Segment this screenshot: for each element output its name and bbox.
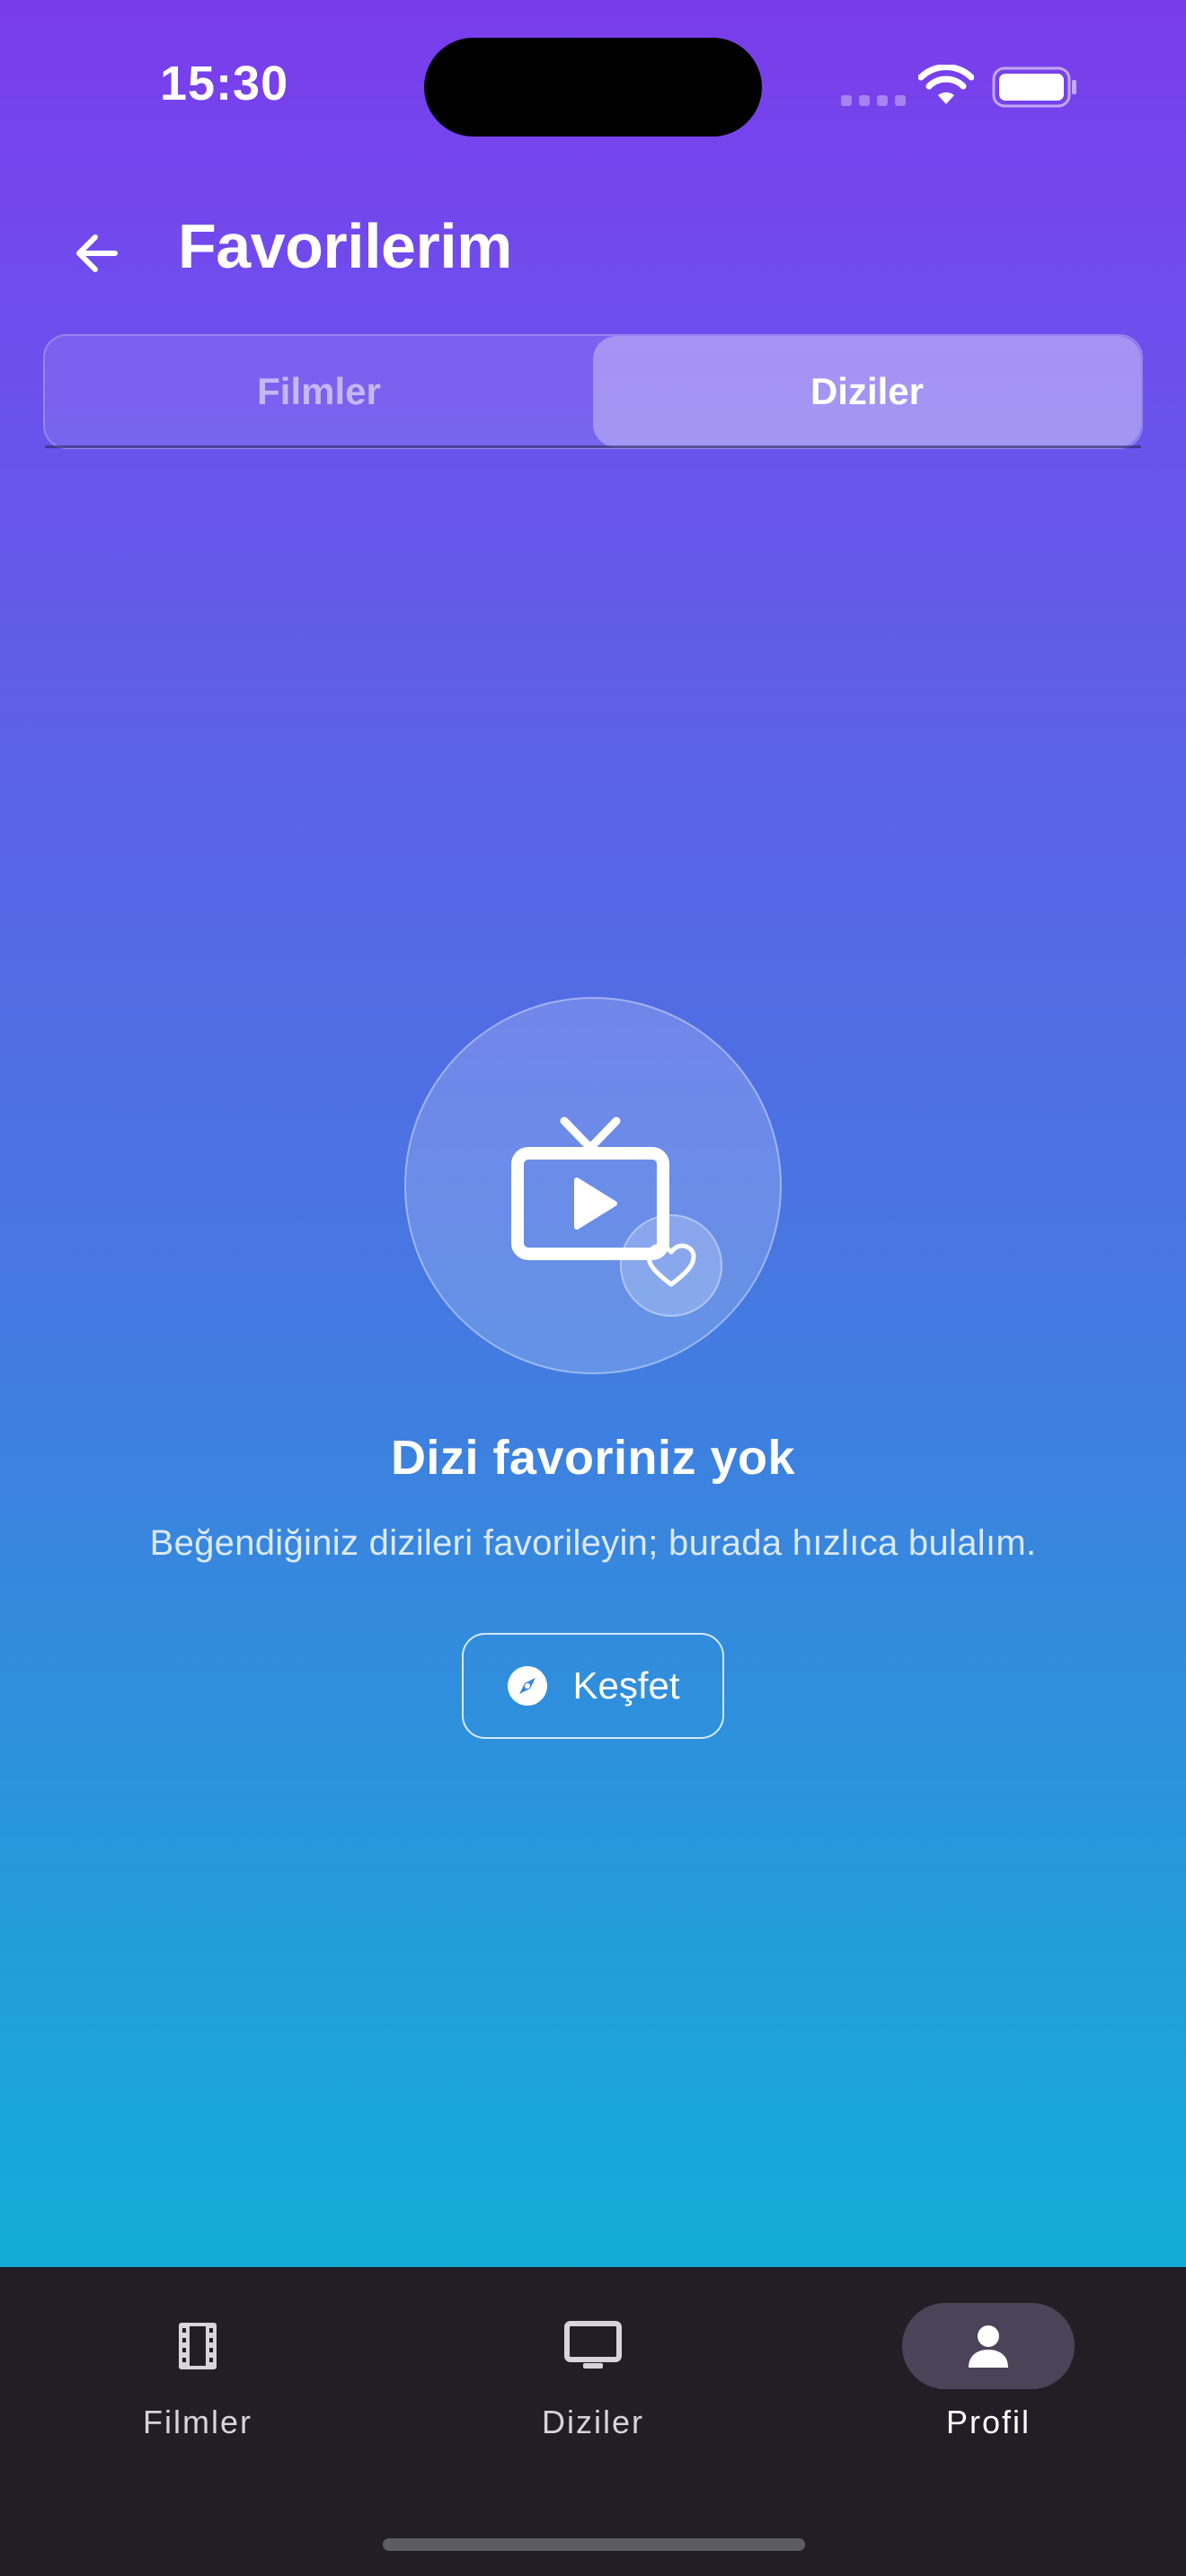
nav-label-filmler: Filmler — [143, 2404, 252, 2440]
status-bar: 15:30 — [0, 0, 1186, 171]
arrow-left-icon — [76, 234, 118, 272]
tabs-divider — [45, 446, 1141, 448]
bottom-navigation: Filmler Diziler Profil — [0, 2267, 1186, 2576]
empty-state-subtitle: Beğendiğiniz dizileri favorileyin; burad… — [149, 1523, 1037, 1563]
person-icon — [969, 2325, 1008, 2368]
heart-badge — [620, 1214, 722, 1317]
battery-icon — [992, 66, 1076, 108]
nav-item-diziler[interactable]: Diziler — [458, 2303, 728, 2483]
nav-item-profil[interactable]: Profil — [854, 2303, 1123, 2483]
nav-label-diziler: Diziler — [541, 2404, 644, 2440]
nav-active-pill — [902, 2303, 1075, 2389]
discover-button[interactable]: Keşfet — [462, 1633, 724, 1739]
empty-state-illustration — [404, 997, 782, 1374]
status-time: 15:30 — [160, 57, 289, 110]
nav-icon-wrap — [507, 2303, 679, 2389]
discover-button-label: Keşfet — [572, 1664, 680, 1707]
nav-icon-wrap — [111, 2303, 284, 2389]
tab-filmler[interactable]: Filmler — [45, 336, 593, 447]
compass-icon — [508, 1666, 548, 1706]
dynamic-island — [424, 38, 762, 137]
home-indicator — [383, 2538, 805, 2551]
nav-label-profil: Profil — [945, 2404, 1031, 2440]
back-button[interactable] — [59, 216, 135, 291]
nav-item-filmler[interactable]: Filmler — [63, 2303, 332, 2483]
film-icon — [179, 2323, 217, 2369]
cellular-signal-icon — [841, 95, 906, 106]
wifi-icon — [918, 65, 974, 104]
tv-icon — [564, 2321, 622, 2369]
heart-icon — [646, 1243, 696, 1287]
favorites-tabs: Filmler Diziler — [43, 334, 1143, 449]
page-title: Favorilerim — [178, 211, 512, 281]
empty-state-title: Dizi favoriniz yok — [390, 1431, 796, 1485]
app-header: Favorilerim — [0, 180, 1186, 314]
tab-diziler[interactable]: Diziler — [593, 336, 1141, 447]
